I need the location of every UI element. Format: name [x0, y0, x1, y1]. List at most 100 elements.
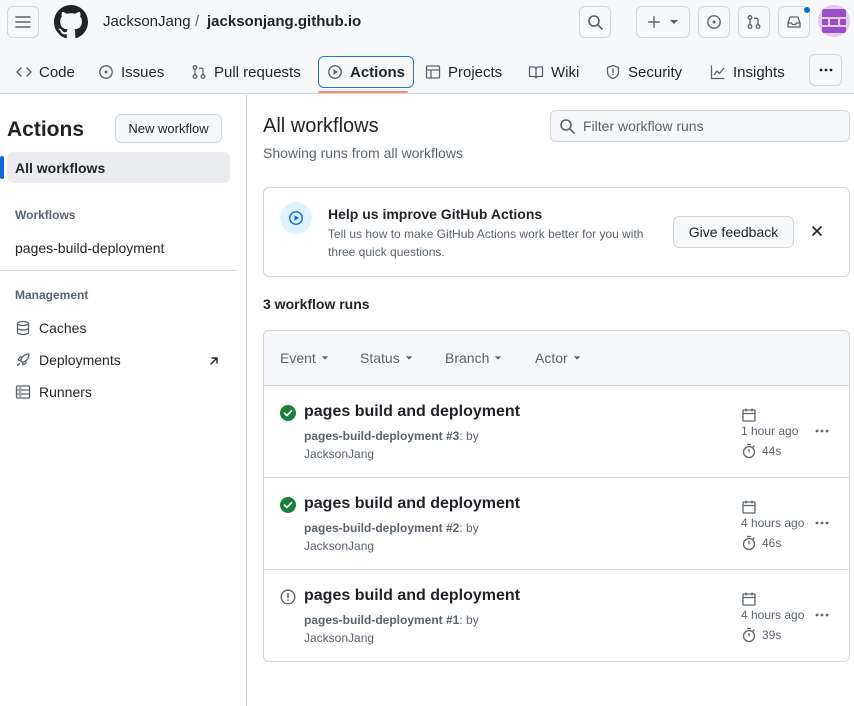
filter-runs-field[interactable] — [550, 110, 850, 142]
close-icon[interactable] — [810, 224, 824, 238]
tab-code[interactable]: Code — [8, 56, 83, 88]
breadcrumb-separator: / — [195, 13, 200, 30]
notification-indicator — [803, 6, 811, 14]
repo-owner-link[interactable]: JacksonJang — [103, 13, 191, 30]
status-filter-dropdown[interactable]: Status — [360, 350, 413, 366]
sidebar-item-pages-build-deployment[interactable]: pages-build-deployment — [15, 240, 164, 256]
tab-security[interactable]: Security — [597, 56, 690, 88]
tab-issues[interactable]: Issues — [90, 56, 172, 88]
sidebar-item-deployments[interactable]: Deployments — [15, 352, 121, 368]
run-timestamp: 4 hours ago — [741, 516, 805, 530]
kebab-horizontal-icon — [815, 521, 829, 525]
caret-down-icon — [573, 356, 580, 360]
filter-label: Actor — [535, 350, 568, 366]
workflows-heading: Workflows — [15, 208, 76, 222]
sidebar-item-label: Runners — [39, 384, 92, 400]
caret-down-icon — [405, 356, 412, 360]
book-icon — [528, 66, 544, 79]
tab-label: Pull requests — [214, 63, 301, 81]
run-title-link[interactable]: pages build and deployment — [304, 587, 520, 605]
banner-icon-container — [280, 202, 312, 234]
filter-label: Status — [360, 350, 400, 366]
run-timestamp: 1 hour ago — [741, 424, 799, 438]
search-button[interactable] — [579, 6, 611, 38]
sidebar-item-label: Caches — [39, 320, 87, 336]
workflow-run-row[interactable]: pages build and deployment pages-build-d… — [264, 570, 849, 661]
kebab-horizontal-icon — [819, 68, 832, 72]
your-issues-button[interactable] — [698, 6, 730, 38]
run-workflow-name: pages-build-deployment #1 — [304, 613, 460, 627]
branch-filter-dropdown[interactable]: Branch — [445, 350, 502, 366]
run-options-button[interactable] — [812, 421, 832, 441]
workflow-runs-list: Event Status Branch Actor pages build an… — [263, 330, 850, 662]
tab-label: Actions — [350, 63, 406, 81]
play-icon — [328, 65, 342, 79]
filter-label: Event — [280, 350, 316, 366]
tab-insights[interactable]: Insights — [702, 56, 793, 88]
sidebar-item-all-workflows[interactable]: All workflows — [0, 152, 230, 183]
workflow-runs-count: 3 workflow runs — [263, 296, 370, 312]
run-actor: JacksonJang — [304, 539, 375, 553]
github-logo-icon[interactable] — [54, 5, 88, 39]
run-title-link[interactable]: pages build and deployment — [304, 403, 520, 421]
calendar-icon — [742, 408, 756, 422]
pull-request-icon — [747, 15, 761, 29]
sidebar-item-runners[interactable]: Runners — [15, 384, 92, 400]
calendar-icon — [742, 592, 756, 606]
actor-filter-dropdown[interactable]: Actor — [535, 350, 581, 366]
new-workflow-button[interactable]: New workflow — [115, 114, 222, 143]
workflow-run-row[interactable]: pages build and deployment pages-build-d… — [264, 478, 849, 570]
tab-label: Code — [39, 63, 75, 81]
table-icon — [425, 65, 441, 79]
more-tabs-button[interactable] — [809, 54, 842, 86]
tab-label: Wiki — [551, 63, 580, 81]
calendar-icon — [742, 500, 756, 514]
run-meta: pages-build-deployment #2: by JacksonJan… — [304, 519, 524, 555]
tab-wiki[interactable]: Wiki — [520, 56, 587, 88]
menu-button[interactable] — [7, 6, 39, 38]
filter-runs-input[interactable] — [583, 118, 833, 134]
run-workflow-name: pages-build-deployment #3 — [304, 429, 460, 443]
caret-down-icon — [321, 356, 329, 360]
repo-header: JacksonJang / jacksonjang.github.io Code — [0, 0, 854, 94]
run-duration: 46s — [741, 535, 781, 551]
workflow-run-row[interactable]: pages build and deployment pages-build-d… — [264, 386, 849, 478]
user-avatar[interactable] — [818, 5, 850, 37]
avatar-identicon — [818, 5, 850, 37]
tab-actions[interactable]: Actions — [318, 56, 415, 88]
tab-projects[interactable]: Projects — [417, 56, 510, 88]
give-feedback-button[interactable]: Give feedback — [673, 216, 794, 248]
pull-request-icon — [192, 65, 206, 79]
run-workflow-name: pages-build-deployment #2 — [304, 521, 460, 535]
sidebar-item-caches[interactable]: Caches — [15, 320, 86, 336]
page-title: All workflows — [263, 115, 379, 137]
issue-opened-icon — [707, 15, 721, 29]
stopwatch-icon — [742, 535, 756, 551]
issue-icon — [99, 65, 113, 79]
management-heading: Management — [15, 288, 89, 302]
run-options-button[interactable] — [812, 513, 832, 533]
alert-circle-icon — [280, 589, 296, 605]
graph-icon — [710, 65, 725, 80]
rocket-icon — [16, 353, 30, 367]
database-icon — [16, 320, 30, 336]
run-duration-value: 44s — [762, 444, 782, 458]
kebab-horizontal-icon — [815, 613, 829, 617]
run-title-link[interactable]: pages build and deployment — [304, 495, 520, 513]
run-actor: JacksonJang — [304, 631, 375, 645]
run-meta: pages-build-deployment #3: by JacksonJan… — [304, 427, 524, 463]
run-duration-value: 39s — [762, 628, 782, 642]
event-filter-dropdown[interactable]: Event — [280, 350, 329, 366]
sidebar-title: Actions — [7, 118, 85, 141]
repo-nav-tabs: Code Issues Pull requests Actions Projec… — [0, 54, 854, 94]
caret-down-icon — [670, 20, 678, 24]
runs-filter-bar: Event Status Branch Actor — [264, 331, 849, 386]
repo-name-link[interactable]: jacksonjang.github.io — [207, 13, 361, 30]
your-pull-requests-button[interactable] — [738, 6, 770, 38]
tab-pull-requests[interactable]: Pull requests — [183, 56, 309, 88]
kebab-horizontal-icon — [815, 429, 829, 433]
tab-label: Security — [628, 63, 683, 81]
create-new-button[interactable] — [636, 6, 690, 38]
run-actor: JacksonJang — [304, 447, 375, 461]
run-options-button[interactable] — [812, 605, 832, 625]
